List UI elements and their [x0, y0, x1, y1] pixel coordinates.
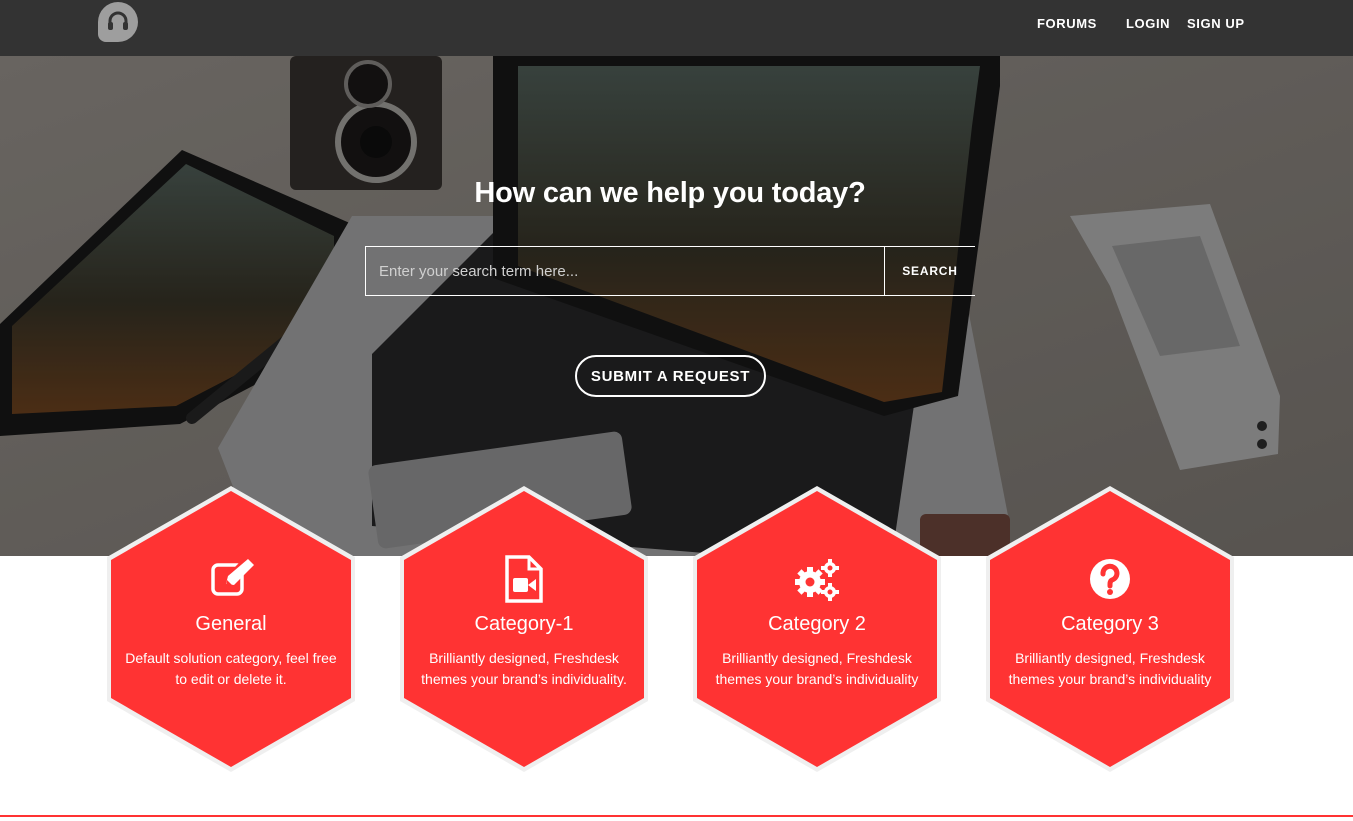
footer-divider — [0, 815, 1353, 817]
category-description: Default solution category, feel free to … — [125, 650, 337, 687]
hero-banner: How can we help you today? SEARCH SUBMIT… — [0, 56, 1353, 556]
hero-title: How can we help you today? — [474, 177, 866, 209]
nav-forums-link[interactable]: FORUMS — [1037, 16, 1097, 31]
question-circle-icon — [1090, 559, 1130, 599]
headset-icon — [108, 11, 128, 30]
category-description: Brilliantly designed, Freshdesk themes y… — [715, 650, 919, 687]
nav-signup-link[interactable]: SIGN UP — [1187, 16, 1245, 31]
category-card-category-3[interactable]: Category 3 Brilliantly designed, Freshde… — [984, 484, 1236, 774]
nav-login-link[interactable]: LOGIN — [1126, 16, 1170, 31]
category-card-category-2[interactable]: Category 2 Brilliantly designed, Freshde… — [691, 484, 943, 774]
top-navigation-bar: FORUMS LOGIN SIGN UP — [0, 0, 1353, 56]
category-title: Category 3 — [1061, 613, 1159, 635]
category-title: Category 2 — [768, 613, 866, 635]
category-title: General — [195, 613, 267, 635]
edit-icon — [211, 556, 254, 596]
gears-icon — [795, 559, 839, 601]
category-card-general[interactable]: General Default solution category, feel … — [105, 484, 357, 774]
submit-request-button[interactable]: SUBMIT A REQUEST — [575, 355, 766, 397]
video-file-icon — [505, 555, 543, 603]
category-title: Category-1 — [474, 613, 574, 635]
category-description: Brilliantly designed, Freshdesk themes y… — [421, 650, 627, 687]
logo[interactable] — [98, 2, 138, 42]
hero-overlay — [0, 56, 1353, 556]
category-description: Brilliantly designed, Freshdesk themes y… — [1008, 650, 1212, 687]
search-button[interactable]: SEARCH — [884, 246, 975, 296]
search-input[interactable] — [365, 246, 885, 296]
category-card-category-1[interactable]: Category-1 Brilliantly designed, Freshde… — [398, 484, 650, 774]
